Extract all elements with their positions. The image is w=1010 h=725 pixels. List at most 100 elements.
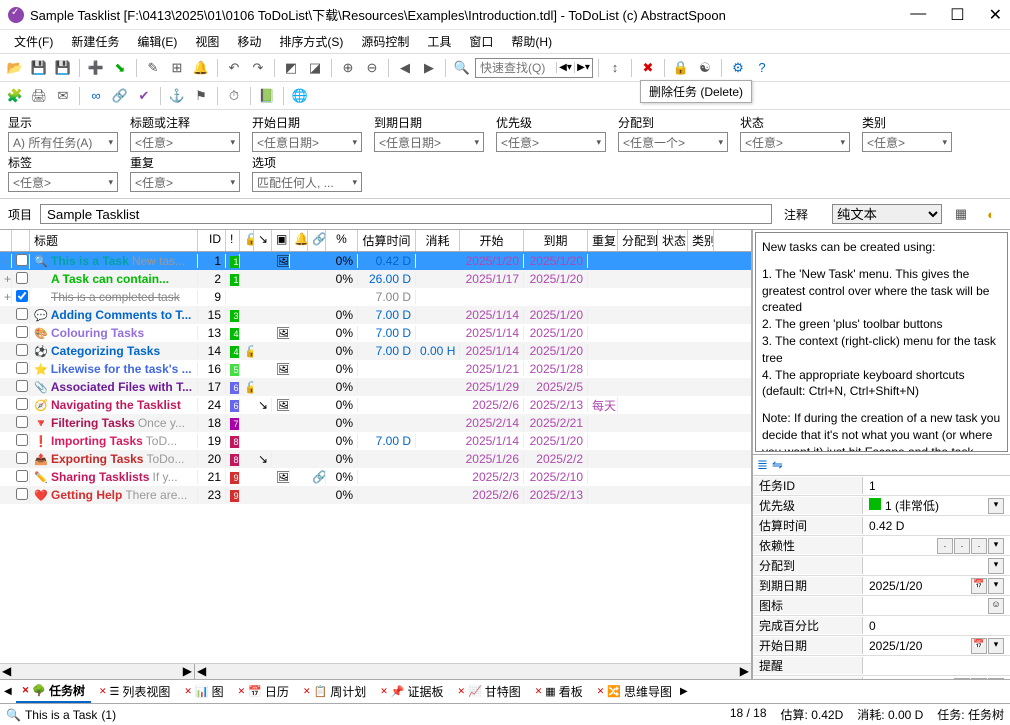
attr-btn[interactable]: . xyxy=(988,678,1004,680)
attr-row[interactable]: 到期日期2025/1/20📅▾ xyxy=(753,576,1010,596)
task-row[interactable]: + A Task can contain... 2 1 0% 26.00 D 2… xyxy=(0,270,751,288)
task-checkbox[interactable] xyxy=(16,272,28,284)
task-row[interactable]: 🎨Colouring Tasks 13 4 🖼 0% 7.00 D 2025/1… xyxy=(0,324,751,342)
comments-format[interactable]: 纯文本 xyxy=(832,204,942,224)
sort-icon[interactable]: ↕ xyxy=(604,57,626,79)
col-dep-icon[interactable]: ↘ xyxy=(254,230,272,251)
filter-select[interactable]: 匹配任何人, ...▾ xyxy=(252,172,362,192)
yin-icon[interactable]: ☯ xyxy=(694,57,716,79)
task-checkbox[interactable] xyxy=(16,452,28,464)
task-row[interactable]: + This is a completed task 9 7.00 D xyxy=(0,288,751,306)
attr-row[interactable]: 优先级1 (非常低)▾ xyxy=(753,496,1010,516)
col-alloc[interactable]: 分配到 xyxy=(618,230,658,251)
task-checkbox[interactable] xyxy=(16,290,28,302)
anchor-icon[interactable]: ⚓ xyxy=(166,85,188,107)
attr-row[interactable]: 依赖性...▾ xyxy=(753,536,1010,556)
col-title[interactable]: 标题 xyxy=(30,230,198,251)
view-tab[interactable]: ✕📅日历 xyxy=(232,681,295,702)
comments-text[interactable]: New tasks can be created using:1. The 'N… xyxy=(755,232,1008,452)
h-scrollbar[interactable]: ◀▶ ◀▶ xyxy=(0,663,751,679)
attr-btn[interactable]: . xyxy=(971,538,987,554)
task-checkbox[interactable] xyxy=(16,308,28,320)
comments-icon2[interactable]: ◐ xyxy=(980,203,1002,225)
attr-row[interactable]: 提醒 xyxy=(753,656,1010,676)
filter-select[interactable]: <任意>▾ xyxy=(862,132,952,152)
filter-select[interactable]: <任意>▾ xyxy=(740,132,850,152)
globe-icon[interactable]: 🌐 xyxy=(289,85,311,107)
lock-icon[interactable]: 🔒 xyxy=(670,57,692,79)
maxcomments-icon[interactable]: ◪ xyxy=(304,57,326,79)
view-tab[interactable]: ✕🌳任务树 xyxy=(16,680,91,703)
help-icon[interactable]: ? xyxy=(751,57,773,79)
set-icon[interactable]: ⊞ xyxy=(166,57,188,79)
col-id[interactable]: ID xyxy=(198,230,226,251)
quickfind-box[interactable]: ◀▾ ▶▾ xyxy=(475,58,593,78)
view-tab[interactable]: ✕🔀思维导图 xyxy=(591,681,678,702)
menu-item[interactable]: 源码控制 xyxy=(353,31,417,52)
open-icon[interactable]: 📂 xyxy=(4,57,26,79)
task-row[interactable]: ⭐Likewise for the task's ... 16 5 🖼 0% 2… xyxy=(0,360,751,378)
tab-scroll-left[interactable]: ◀ xyxy=(4,686,12,697)
quickfind-prev[interactable]: ◀▾ xyxy=(556,62,574,73)
attr-btn[interactable]: . xyxy=(937,538,953,554)
attr-row[interactable]: 完成百分比0 xyxy=(753,616,1010,636)
task-checkbox[interactable] xyxy=(16,362,28,374)
attr-row[interactable]: 估算时间0.42 D xyxy=(753,516,1010,536)
col-stat[interactable]: 状态 xyxy=(658,230,688,251)
attr-row[interactable]: 文件链接doors.ir... xyxy=(753,676,1010,679)
attr-btn[interactable]: 📅 xyxy=(971,638,987,654)
attr-btn[interactable]: ▾ xyxy=(988,578,1004,594)
col-pic-icon[interactable]: ▣ xyxy=(272,230,290,251)
filter-select[interactable]: <任意一个>▾ xyxy=(618,132,728,152)
edit-icon[interactable]: ✎ xyxy=(142,57,164,79)
col-due[interactable]: 到期 xyxy=(524,230,588,251)
book-icon[interactable]: 📗 xyxy=(256,85,278,107)
attr-row[interactable]: 任务ID1 xyxy=(753,476,1010,496)
flag-icon[interactable]: ⚑ xyxy=(190,85,212,107)
print-icon[interactable]: 🖨 xyxy=(28,85,50,107)
reminder-icon[interactable]: 🔔 xyxy=(190,57,212,79)
task-checkbox[interactable] xyxy=(16,254,28,266)
view-tab[interactable]: ✕📈甘特图 xyxy=(451,681,526,702)
new-task-icon[interactable]: ➕ xyxy=(85,57,107,79)
attr-tool1[interactable]: ≣ xyxy=(757,457,768,473)
prev-icon[interactable]: ◀ xyxy=(394,57,416,79)
filter-select[interactable]: <任意日期>▾ xyxy=(252,132,362,152)
filter-select[interactable]: <任意日期>▾ xyxy=(374,132,484,152)
task-row[interactable]: 💬Adding Comments to T... 15 3 0% 7.00 D … xyxy=(0,306,751,324)
grid-body[interactable]: - 🔍This is a TaskNew tas... 1 1 🖼 0% 0.4… xyxy=(0,252,751,663)
attr-row[interactable]: 分配到▾ xyxy=(753,556,1010,576)
depend-icon[interactable]: ∞ xyxy=(85,85,107,107)
col-link-icon[interactable]: 🔗 xyxy=(308,230,326,251)
attr-btn[interactable]: 📅 xyxy=(971,578,987,594)
close-button[interactable]: ✕ xyxy=(989,5,1002,25)
view-tab[interactable]: ✕☰列表视图 xyxy=(93,681,176,702)
col-bell-icon[interactable]: 🔔 xyxy=(290,230,308,251)
task-row[interactable]: 📤Exporting TasksToDo... 20 8 ↘ 0% 2025/1… xyxy=(0,450,751,468)
task-row[interactable]: ❗Importing TasksToD... 19 8 0% 7.00 D 20… xyxy=(0,432,751,450)
col-pri-icon[interactable]: ! xyxy=(226,230,240,251)
prefs-icon[interactable]: ⚙ xyxy=(727,57,749,79)
col-est[interactable]: 估算时间 xyxy=(358,230,416,251)
col-elap[interactable]: 消耗 xyxy=(416,230,460,251)
filter-select[interactable]: <任意>▾ xyxy=(130,132,240,152)
task-checkbox[interactable] xyxy=(16,326,28,338)
delete-icon[interactable]: ✖ xyxy=(637,57,659,79)
task-checkbox[interactable] xyxy=(16,416,28,428)
send-icon[interactable]: ✉ xyxy=(52,85,74,107)
minimize-button[interactable]: — xyxy=(910,5,926,25)
menu-item[interactable]: 编辑(E) xyxy=(129,31,185,52)
task-row[interactable]: 📎Associated Files with T... 17 6 🔒 0% 20… xyxy=(0,378,751,396)
col-rep[interactable]: 重复 xyxy=(588,230,618,251)
task-row[interactable]: 🧭Navigating the Tasklist 24 6 ↘ 🖼 0% 202… xyxy=(0,396,751,414)
menu-item[interactable]: 工具 xyxy=(419,31,459,52)
expand-icon[interactable]: ⊕ xyxy=(337,57,359,79)
saveall-icon[interactable]: 💾 xyxy=(52,57,74,79)
attr-row[interactable]: 图标☺ xyxy=(753,596,1010,616)
filter-select[interactable]: A) 所有任务(A)▾ xyxy=(8,132,118,152)
link-icon[interactable]: 🔗 xyxy=(109,85,131,107)
task-checkbox[interactable] xyxy=(16,380,28,392)
comments-icon1[interactable]: ▦ xyxy=(950,203,972,225)
redo-icon[interactable]: ↷ xyxy=(247,57,269,79)
col-lock-icon[interactable]: 🔒 xyxy=(240,230,254,251)
